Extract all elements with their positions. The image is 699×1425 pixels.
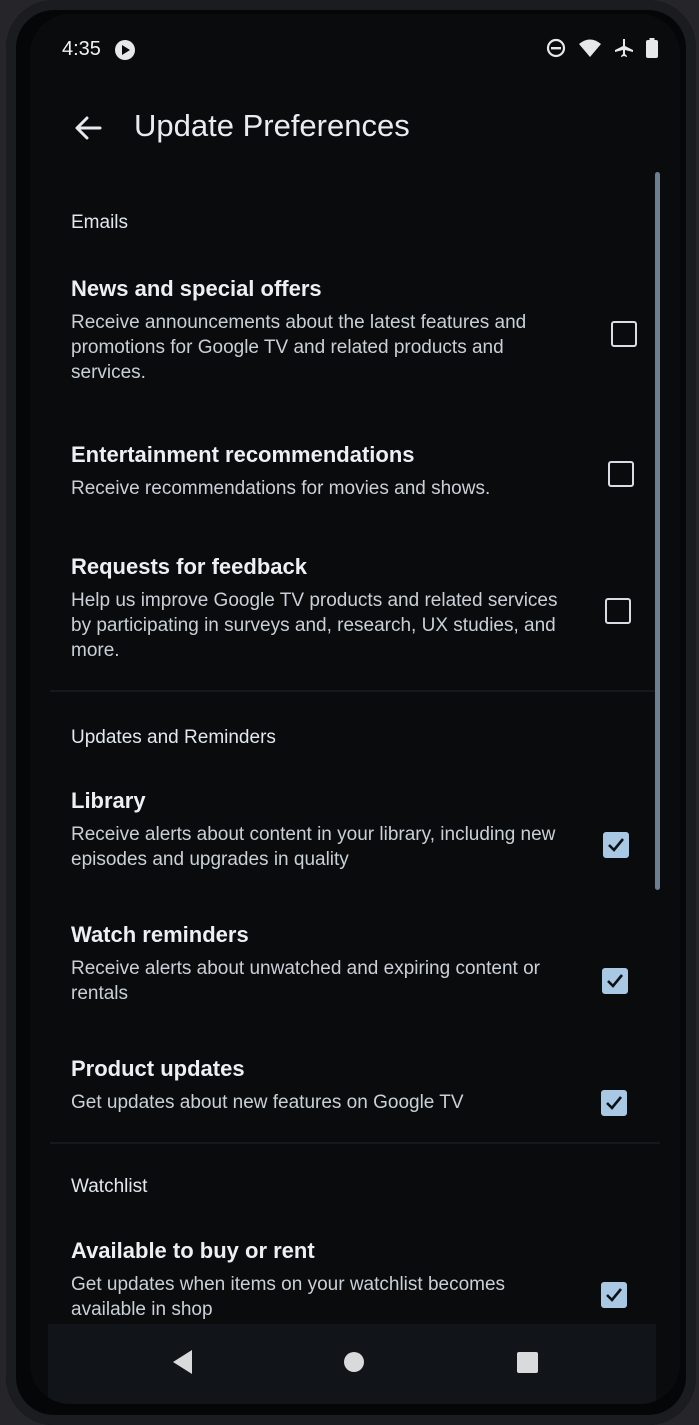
media-app-icon bbox=[115, 40, 135, 60]
checkbox-library[interactable] bbox=[603, 832, 629, 858]
status-icons bbox=[546, 38, 658, 58]
pref-watch-reminders[interactable]: Watch reminders Receive alerts about unw… bbox=[71, 922, 671, 1006]
pref-library[interactable]: Library Receive alerts about content in … bbox=[71, 788, 671, 872]
section-header-watchlist: Watchlist bbox=[71, 1176, 148, 1197]
pref-requests-for-feedback[interactable]: Requests for feedback Help us improve Go… bbox=[71, 554, 671, 663]
recents-square-icon[interactable] bbox=[513, 1348, 541, 1376]
section-divider bbox=[50, 690, 660, 692]
pref-available-to-buy-or-rent[interactable]: Available to buy or rent Get updates whe… bbox=[71, 1238, 671, 1322]
top-app-bar: Update Preferences bbox=[30, 98, 680, 158]
checkbox-news-and-special-offers[interactable] bbox=[611, 321, 637, 347]
navigation-bar bbox=[48, 1324, 656, 1404]
pref-description: Receive alerts about content in your lib… bbox=[71, 824, 556, 870]
pref-description: Receive alerts about unwatched and expir… bbox=[71, 958, 540, 1004]
do-not-disturb-icon bbox=[546, 38, 566, 58]
checkmark-icon bbox=[606, 1096, 623, 1110]
page-title: Update Preferences bbox=[134, 108, 410, 143]
checkbox-available-to-buy-or-rent[interactable] bbox=[601, 1282, 627, 1308]
pref-title: Product updates bbox=[71, 1056, 245, 1081]
phone-frame: 4:35 Update Preferences Emails News and … bbox=[6, 0, 696, 1425]
pref-title: Requests for feedback bbox=[71, 554, 307, 579]
section-divider bbox=[50, 1142, 660, 1144]
checkbox-watch-reminders[interactable] bbox=[602, 968, 628, 994]
home-circle-icon[interactable] bbox=[340, 1348, 368, 1376]
status-time: 4:35 bbox=[62, 38, 101, 60]
pref-title: Watch reminders bbox=[71, 922, 249, 947]
status-bar: 4:35 bbox=[30, 34, 680, 70]
screen: 4:35 Update Preferences Emails News and … bbox=[30, 14, 680, 1404]
wifi-icon bbox=[579, 39, 601, 57]
checkmark-icon bbox=[607, 974, 624, 988]
checkbox-product-updates[interactable] bbox=[601, 1090, 627, 1116]
pref-title: News and special offers bbox=[71, 276, 322, 301]
pref-entertainment-recommendations[interactable]: Entertainment recommendations Receive re… bbox=[71, 442, 671, 501]
pref-description: Receive announcements about the latest f… bbox=[71, 312, 527, 383]
checkmark-icon bbox=[608, 838, 625, 852]
checkbox-entertainment-recommendations[interactable] bbox=[608, 461, 634, 487]
pref-description: Get updates about new features on Google… bbox=[71, 1092, 464, 1113]
back-triangle-icon[interactable] bbox=[170, 1348, 196, 1376]
pref-title: Available to buy or rent bbox=[71, 1238, 315, 1263]
section-header-emails: Emails bbox=[71, 212, 129, 233]
pref-news-and-special-offers[interactable]: News and special offers Receive announce… bbox=[71, 276, 671, 385]
pref-description: Help us improve Google TV products and r… bbox=[71, 590, 558, 661]
pref-description: Receive recommendations for movies and s… bbox=[71, 478, 491, 499]
arrow-left-icon[interactable] bbox=[68, 108, 108, 148]
pref-product-updates[interactable]: Product updates Get updates about new fe… bbox=[71, 1056, 671, 1116]
pref-title: Library bbox=[71, 788, 146, 813]
airplane-icon bbox=[615, 39, 633, 57]
pref-title: Entertainment recommendations bbox=[71, 442, 415, 467]
checkbox-requests-for-feedback[interactable] bbox=[605, 598, 631, 624]
pref-description: Get updates when items on your watchlist… bbox=[71, 1274, 506, 1320]
section-header-updates-and-reminders: Updates and Reminders bbox=[71, 727, 276, 748]
checkmark-icon bbox=[606, 1288, 623, 1302]
battery-icon bbox=[646, 38, 658, 58]
scrollbar[interactable] bbox=[655, 172, 660, 890]
